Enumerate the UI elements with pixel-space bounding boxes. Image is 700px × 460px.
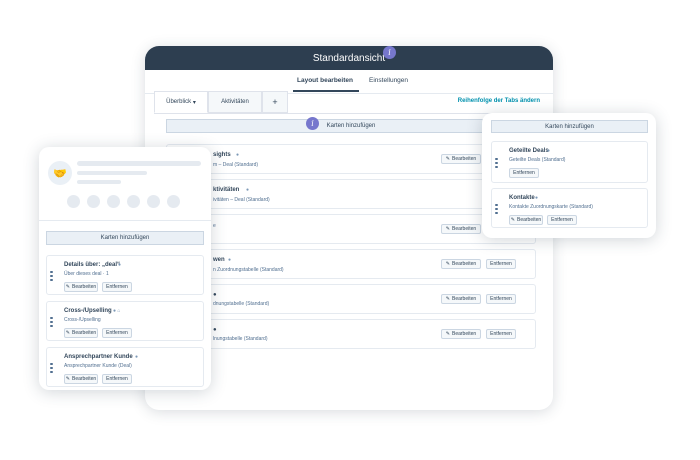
remove-button[interactable]: Entfernen bbox=[486, 259, 516, 269]
card-subtitle: Cross-/Upselling bbox=[64, 317, 101, 323]
info-icon[interactable]: i bbox=[383, 46, 396, 59]
edit-button[interactable]: ✎ Bearbeiten bbox=[441, 154, 481, 164]
action-circle bbox=[127, 195, 140, 208]
drag-handle-icon[interactable] bbox=[495, 158, 498, 168]
card-title: ● bbox=[213, 327, 217, 333]
info-icon[interactable]: i bbox=[306, 117, 319, 130]
add-cards-bar[interactable]: Karten hinzufügen bbox=[491, 120, 648, 133]
view-title: Standardansicht bbox=[312, 52, 386, 64]
remove-button[interactable]: Entfernen bbox=[486, 294, 516, 304]
pencil-icon: ✎ bbox=[445, 226, 450, 232]
pencil-icon: ✎ bbox=[510, 217, 515, 223]
card-row: ktivitäten ● ivitäten – Deal (Standard) bbox=[166, 179, 536, 209]
card-row: e ✎ Bearbeiten bbox=[166, 214, 536, 244]
handshake-icon: 🤝 bbox=[48, 161, 72, 185]
pencil-icon: ✎ bbox=[445, 156, 450, 162]
preview-panel-left: 🤝 Karten hinzufügen Details über: „deal“… bbox=[39, 147, 211, 390]
skeleton-line bbox=[77, 180, 121, 184]
card-row: ● dnungstabelle (Standard) ✎ Bearbeiten E… bbox=[166, 284, 536, 314]
card-subtitle: Ansprechpartner Kunde (Deal) bbox=[64, 363, 132, 369]
drag-handle-icon[interactable] bbox=[50, 317, 53, 327]
edit-button[interactable]: ✎ Bearbeiten bbox=[64, 374, 98, 384]
tab-aktivitaeten[interactable]: Aktivitäten bbox=[208, 91, 262, 113]
action-circle bbox=[87, 195, 100, 208]
card-subtitle: ivitäten – Deal (Standard) bbox=[213, 197, 270, 203]
edit-button[interactable]: ✎ Bearbeiten bbox=[64, 282, 98, 292]
skeleton-line bbox=[77, 171, 147, 175]
remove-button[interactable]: Entfernen bbox=[102, 374, 132, 384]
info-small-icon: ● ⌂ bbox=[113, 308, 121, 314]
info-small-icon: ● bbox=[246, 187, 250, 193]
card-subtitle: e bbox=[213, 223, 216, 229]
pencil-icon: ✎ bbox=[65, 330, 70, 336]
card-row: Details über: „deal“ ● Über dieses deal ·… bbox=[46, 255, 204, 295]
drag-handle-icon[interactable] bbox=[50, 363, 53, 373]
card-subtitle: m – Deal (Standard) bbox=[213, 162, 259, 168]
edit-button[interactable]: ✎ Bearbeiten bbox=[509, 215, 543, 225]
record-tabs: Überblick ▾ Aktivitäten + Reihenfolge de… bbox=[154, 91, 544, 113]
tab-ueberblick[interactable]: Überblick ▾ bbox=[154, 91, 208, 113]
add-tab-button[interactable]: + bbox=[262, 91, 288, 113]
card-row: Ansprechpartner Kunde ● Ansprechpartner K… bbox=[46, 347, 204, 387]
edit-button[interactable]: ✎ Bearbeiten bbox=[441, 259, 481, 269]
info-small-icon: ● bbox=[236, 152, 240, 158]
info-small-icon: ● bbox=[118, 262, 122, 268]
card-subtitle: lnungstabelle (Standard) bbox=[213, 336, 268, 342]
action-circle bbox=[107, 195, 120, 208]
chevron-down-icon: ▾ bbox=[192, 99, 196, 106]
tab-einstellungen[interactable]: Einstellungen bbox=[369, 77, 408, 84]
card-title: ktivitäten bbox=[213, 187, 240, 193]
tab-layout-bearbeiten[interactable]: Layout bearbeiten bbox=[297, 77, 353, 84]
card-row: Kontakte ● Kontakte Zuordnungskarte (Stan… bbox=[491, 188, 648, 228]
card-row: Geteilte Deals ● Geteilte Deals (Standard… bbox=[491, 141, 648, 183]
card-title: ● bbox=[213, 292, 217, 298]
edit-button[interactable]: ✎ Bearbeiten bbox=[441, 224, 481, 234]
skeleton-line bbox=[77, 161, 201, 166]
edit-button[interactable]: ✎ Bearbeiten bbox=[441, 329, 481, 339]
remove-button[interactable]: Entfernen bbox=[486, 329, 516, 339]
add-cards-bar[interactable]: Karten hinzufügen bbox=[166, 119, 536, 133]
card-title: Geteilte Deals bbox=[509, 148, 549, 154]
divider bbox=[39, 220, 211, 221]
drag-handle-icon[interactable] bbox=[495, 204, 498, 214]
edit-button[interactable]: ✎ Bearbeiten bbox=[441, 294, 481, 304]
pencil-icon: ✎ bbox=[65, 376, 70, 382]
card-title: Details über: „deal“ bbox=[64, 262, 121, 268]
card-title: Cross-/Upselling bbox=[64, 308, 112, 314]
card-subtitle: Über dieses deal · 1 bbox=[64, 271, 109, 277]
remove-button[interactable]: Entfernen bbox=[102, 328, 132, 338]
info-small-icon: ● bbox=[135, 354, 139, 360]
card-title: Ansprechpartner Kunde bbox=[64, 354, 133, 360]
card-row: sights ● m – Deal (Standard) ✎ Bearbeiten bbox=[166, 144, 536, 174]
edit-button[interactable]: ✎ Bearbeiten bbox=[64, 328, 98, 338]
card-subtitle: Kontakte Zuordnungskarte (Standard) bbox=[509, 204, 593, 210]
card-subtitle: n Zuordnungstabelle (Standard) bbox=[213, 267, 284, 273]
pencil-icon: ✎ bbox=[445, 296, 450, 302]
tab-order-link[interactable]: Reihenfolge der Tabs ändern bbox=[458, 98, 540, 104]
info-small-icon: ● bbox=[535, 195, 539, 201]
card-subtitle: dnungstabelle (Standard) bbox=[213, 301, 270, 307]
info-small-icon: ● bbox=[228, 257, 232, 263]
action-circle bbox=[167, 195, 180, 208]
pencil-icon: ✎ bbox=[445, 261, 450, 267]
pencil-icon: ✎ bbox=[65, 284, 70, 290]
remove-button[interactable]: Entfernen bbox=[547, 215, 577, 225]
card-row: wen ● n Zuordnungstabelle (Standard) ✎ Bea… bbox=[166, 249, 536, 279]
card-title: Kontakte bbox=[509, 195, 535, 201]
remove-button[interactable]: Entfernen bbox=[102, 282, 132, 292]
card-subtitle: Geteilte Deals (Standard) bbox=[509, 157, 566, 163]
info-small-icon: ● bbox=[547, 148, 551, 154]
card-title: sights bbox=[213, 152, 231, 158]
action-circle bbox=[147, 195, 160, 208]
drag-handle-icon[interactable] bbox=[50, 271, 53, 281]
preview-panel-right: Karten hinzufügen Geteilte Deals ● Geteil… bbox=[482, 113, 656, 238]
pencil-icon: ✎ bbox=[445, 331, 450, 337]
main-header: Standardansicht bbox=[145, 46, 553, 70]
card-row: ● lnungstabelle (Standard) ✎ Bearbeiten E… bbox=[166, 319, 536, 349]
add-cards-bar[interactable]: Karten hinzufügen bbox=[46, 231, 204, 245]
card-row: Cross-/Upselling ● ⌂ Cross-/Upselling ✎ Be… bbox=[46, 301, 204, 341]
card-title: wen bbox=[213, 257, 225, 263]
action-circle bbox=[67, 195, 80, 208]
remove-button[interactable]: Entfernen bbox=[509, 168, 539, 178]
